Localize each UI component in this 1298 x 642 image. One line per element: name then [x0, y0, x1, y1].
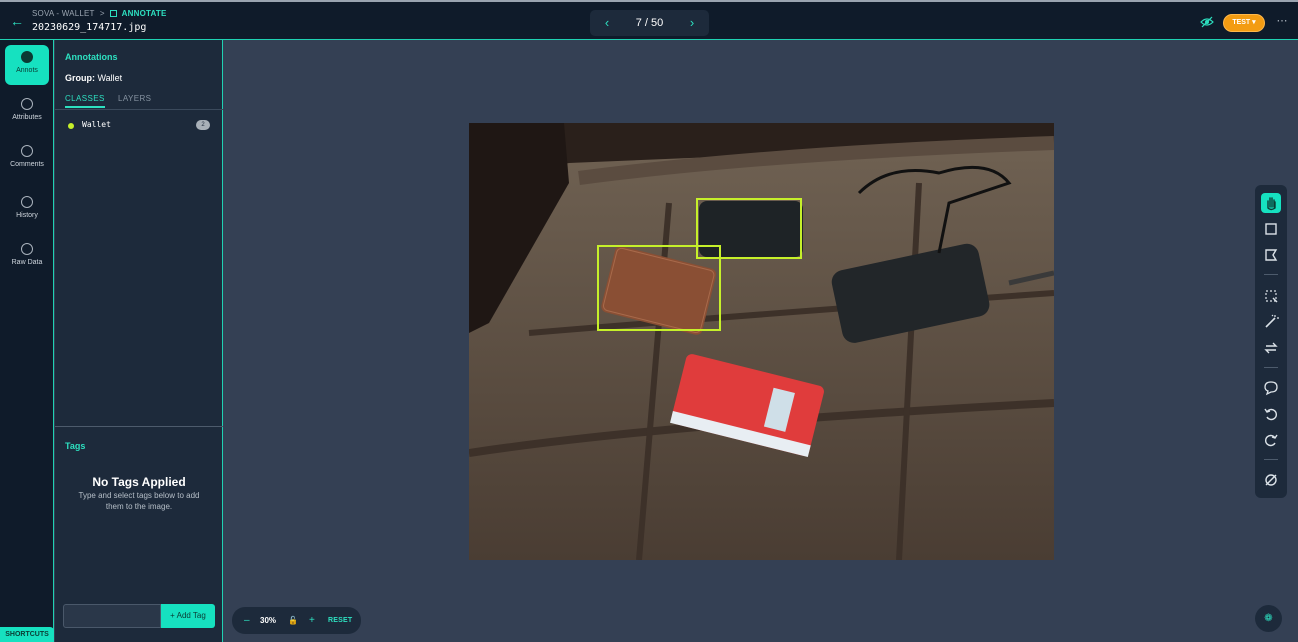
class-name: Wallet: [82, 120, 111, 129]
tags-title: Tags: [65, 441, 86, 451]
rail-item-label: Annots: [16, 67, 38, 74]
lock-icon[interactable]: 🔓: [288, 607, 298, 634]
image-canvas[interactable]: [469, 123, 1054, 560]
redo-icon[interactable]: [1261, 430, 1281, 450]
group-prefix: Group:: [65, 73, 95, 83]
breadcrumb-separator: >: [99, 9, 105, 18]
comment-icon: [21, 145, 33, 157]
class-item-wallet[interactable]: Wallet 2: [65, 120, 213, 132]
panel-title: Annotations: [65, 52, 118, 62]
tool-separator: [1264, 274, 1278, 275]
breadcrumb-current: ANNOTATE: [121, 9, 167, 18]
tool-palette: [1255, 185, 1287, 498]
tool-separator: [1264, 367, 1278, 368]
image-pager: ‹ 7 / 50 ›: [590, 10, 709, 36]
bounding-box-icon[interactable]: [1261, 219, 1281, 239]
tab-classes[interactable]: CLASSES: [65, 94, 105, 108]
top-bar: ← SOVA - WALLET > ANNOTATE 20230629_1747…: [0, 0, 1298, 40]
list-icon: [21, 98, 33, 110]
back-arrow-icon[interactable]: ←: [8, 12, 26, 30]
rail-item-label: Comments: [10, 161, 44, 168]
zoom-controls: – 30% 🔓 + RESET: [232, 607, 361, 634]
settings-gear-icon[interactable]: ❁: [1255, 605, 1282, 632]
panel-tabs: CLASSES LAYERS: [55, 92, 223, 110]
undo-icon[interactable]: [1261, 404, 1281, 424]
rail-item-label: Attributes: [12, 114, 42, 121]
rail-item-annots[interactable]: Annots: [5, 45, 49, 85]
rail-item-comments[interactable]: Comments: [5, 139, 49, 179]
annotate-icon: [110, 10, 118, 17]
annotated-photo: [469, 123, 1054, 560]
code-icon: [21, 243, 33, 255]
reset-zoom-button[interactable]: RESET: [328, 607, 352, 634]
zoom-out-minus-icon[interactable]: –: [244, 607, 250, 634]
swap-icon[interactable]: [1261, 338, 1281, 358]
file-name: 20230629_174717.jpg: [32, 22, 147, 33]
annotations-panel: Annotations Group: Wallet CLASSES LAYERS…: [55, 40, 223, 642]
eye-off-icon[interactable]: [1200, 15, 1214, 29]
left-rail: Annots Attributes Comments History Raw D…: [0, 40, 54, 642]
shortcuts-button[interactable]: SHORTCUTS: [0, 627, 54, 642]
rail-item-label: Raw Data: [11, 259, 43, 266]
rail-item-label: History: [16, 212, 38, 219]
class-count-badge: 2: [196, 120, 210, 130]
class-color-dot: [68, 123, 74, 129]
hide-annotations-icon[interactable]: [1261, 470, 1281, 490]
more-options-ellipsis-icon[interactable]: ⋯: [1275, 14, 1289, 28]
history-icon: [21, 196, 33, 208]
comment-icon[interactable]: [1261, 378, 1281, 398]
zoom-level: 30%: [260, 616, 277, 625]
hand-pan-icon[interactable]: [1261, 193, 1281, 213]
bbox-wallet[interactable]: [597, 245, 721, 331]
panel-divider: [55, 426, 223, 427]
rail-item-raw-data[interactable]: Raw Data: [5, 237, 49, 277]
polygon-icon[interactable]: [1261, 245, 1281, 265]
tool-separator: [1264, 459, 1278, 460]
tag-input[interactable]: [63, 604, 161, 628]
group-name: Wallet: [97, 73, 123, 83]
image-counter: 7 / 50: [635, 17, 664, 29]
environment-dropdown-button[interactable]: TEST ▾: [1223, 14, 1265, 32]
breadcrumb: SOVA - WALLET > ANNOTATE: [32, 9, 167, 18]
rail-item-attributes[interactable]: Attributes: [5, 92, 49, 132]
smart-select-icon[interactable]: [1261, 286, 1281, 306]
previous-image-chevron-icon[interactable]: ‹: [594, 10, 620, 36]
magic-wand-icon[interactable]: [1261, 312, 1281, 332]
tags-empty-subtitle: Type and select tags below to add them t…: [78, 491, 200, 511]
group-label: Group: Wallet: [65, 73, 122, 83]
breadcrumb-project[interactable]: SOVA - WALLET: [32, 9, 94, 18]
rail-item-history[interactable]: History: [5, 190, 49, 230]
next-image-chevron-icon[interactable]: ›: [679, 10, 705, 36]
zoom-in-plus-icon[interactable]: +: [309, 607, 315, 634]
tags-empty-title: No Tags Applied: [92, 475, 186, 489]
environment-label: TEST: [1232, 19, 1251, 26]
annotation-icon: [21, 51, 33, 63]
add-tag-button[interactable]: + Add Tag: [161, 604, 215, 628]
tab-layers[interactable]: LAYERS: [118, 94, 151, 103]
